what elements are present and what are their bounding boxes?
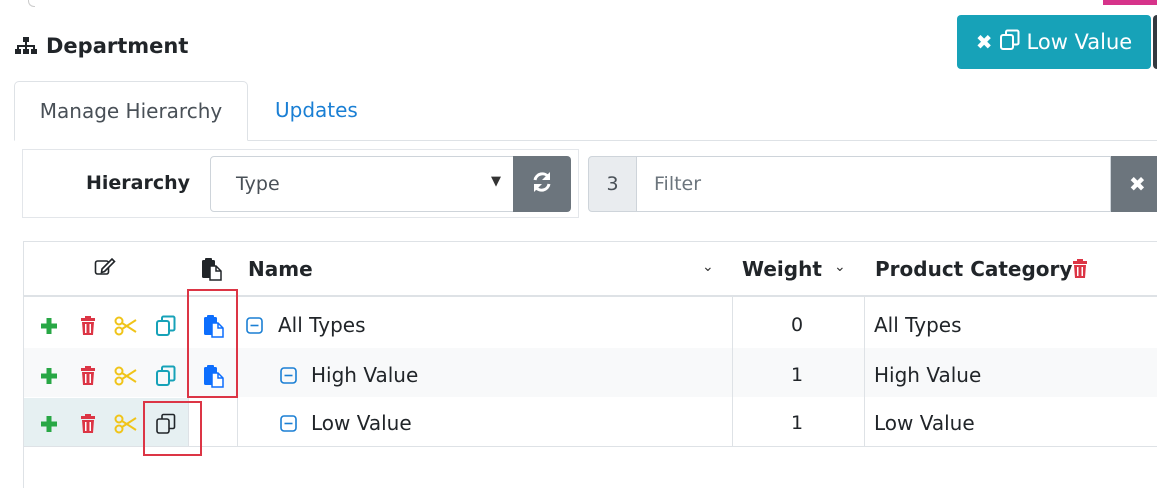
plus-icon[interactable]	[37, 412, 61, 436]
trash-icon[interactable]	[76, 314, 100, 338]
page-title: Department	[46, 34, 189, 58]
copy-icon	[999, 29, 1021, 56]
copy-icon[interactable]	[154, 314, 178, 338]
low-value-clipboard-button[interactable]: ✖ Low Value	[957, 15, 1151, 69]
sitemap-icon	[14, 36, 38, 56]
dark-button-edge[interactable]	[1153, 15, 1157, 69]
plus-icon[interactable]	[37, 364, 61, 388]
paste-icon[interactable]	[201, 257, 223, 285]
times-icon: ✖	[975, 30, 993, 54]
row-name: Low Value	[311, 411, 412, 435]
row-category: High Value	[874, 363, 982, 387]
row-weight: 0	[791, 314, 804, 336]
hierarchy-selected-value: Type	[236, 173, 280, 195]
hierarchy-select[interactable]: Type ▼	[210, 156, 514, 212]
table-row: All Types 0 All Types	[0, 297, 1157, 347]
collapse-icon[interactable]	[280, 415, 297, 436]
edit-icon	[94, 257, 116, 281]
copy-cell-highlight	[143, 401, 202, 456]
collapse-icon[interactable]	[280, 367, 297, 388]
page-header: Department	[14, 32, 188, 60]
times-icon: ✖	[1129, 172, 1146, 196]
weight-column-header[interactable]: Weight	[742, 257, 822, 281]
chevron-down-icon[interactable]: ⌄	[834, 259, 846, 275]
scissors-icon[interactable]	[114, 314, 138, 338]
row-name: High Value	[311, 363, 419, 387]
chevron-down-icon[interactable]: ⌄	[702, 259, 714, 275]
name-column-header[interactable]: Name	[248, 257, 313, 281]
row-category: All Types	[874, 313, 962, 337]
refresh-button[interactable]	[513, 156, 571, 212]
filter-count: 3	[588, 156, 637, 212]
top-accent-bar	[1103, 0, 1157, 5]
row-weight: 1	[791, 364, 804, 386]
caret-down-icon: ▼	[491, 174, 501, 189]
refresh-icon	[531, 171, 553, 197]
filter-input[interactable]	[637, 156, 1111, 212]
trash-icon[interactable]	[1072, 259, 1088, 283]
row-category: Low Value	[874, 411, 975, 435]
scissors-icon[interactable]	[114, 364, 138, 388]
tab-updates[interactable]: Updates	[275, 98, 358, 122]
trash-icon[interactable]	[76, 364, 100, 388]
row-weight: 1	[791, 412, 804, 434]
top-edge-mark	[28, 0, 35, 7]
product-category-column-header[interactable]: Product Category	[875, 257, 1072, 281]
tab-manage-hierarchy[interactable]: Manage Hierarchy	[14, 81, 248, 141]
table-row: High Value 1 High Value	[0, 348, 1157, 397]
scissors-icon[interactable]	[114, 412, 138, 436]
paste-column-highlight	[187, 289, 238, 398]
low-value-button-label: Low Value	[1026, 30, 1133, 54]
trash-icon[interactable]	[76, 412, 100, 436]
clear-filter-button[interactable]: ✖	[1111, 156, 1157, 212]
collapse-icon[interactable]	[246, 317, 263, 338]
plus-icon[interactable]	[37, 314, 61, 338]
copy-icon[interactable]	[154, 364, 178, 388]
row-name: All Types	[278, 313, 366, 337]
hierarchy-label: Hierarchy	[86, 172, 191, 194]
